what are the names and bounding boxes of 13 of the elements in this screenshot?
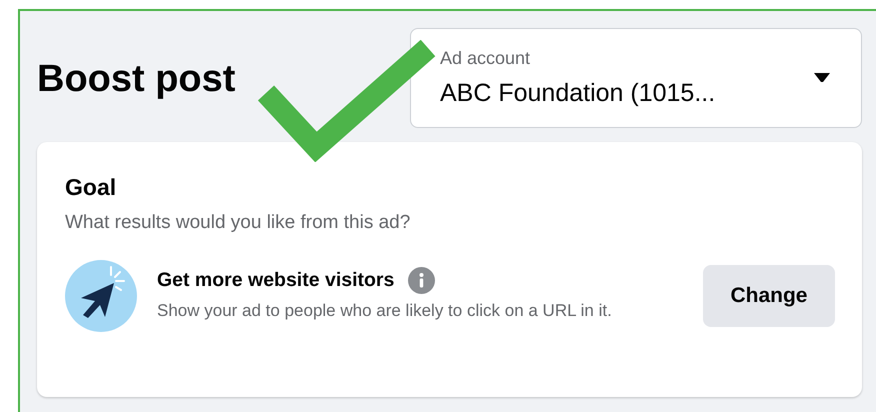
section-subtitle: What results would you like from this ad? [65,212,412,234]
caret-icon [813,72,831,83]
checkmark-icon [258,40,438,162]
cursor-click-icon [65,260,137,332]
goal-option-description: Show your ad to people who are likely to click on a URL in it. [157,300,613,322]
field-label: Ad account [440,48,532,68]
field-value: ABC Foundation (1015... [440,78,716,108]
change-button[interactable]: Change [703,265,835,327]
page-title: Boost post [37,58,236,101]
section-title: Goal [65,174,118,201]
ad-account-dropdown[interactable]: Ad account ABC Foundation (1015... [410,28,862,128]
info-icon[interactable] [408,267,436,294]
goal-option-title: Get more website visitors [157,269,394,292]
